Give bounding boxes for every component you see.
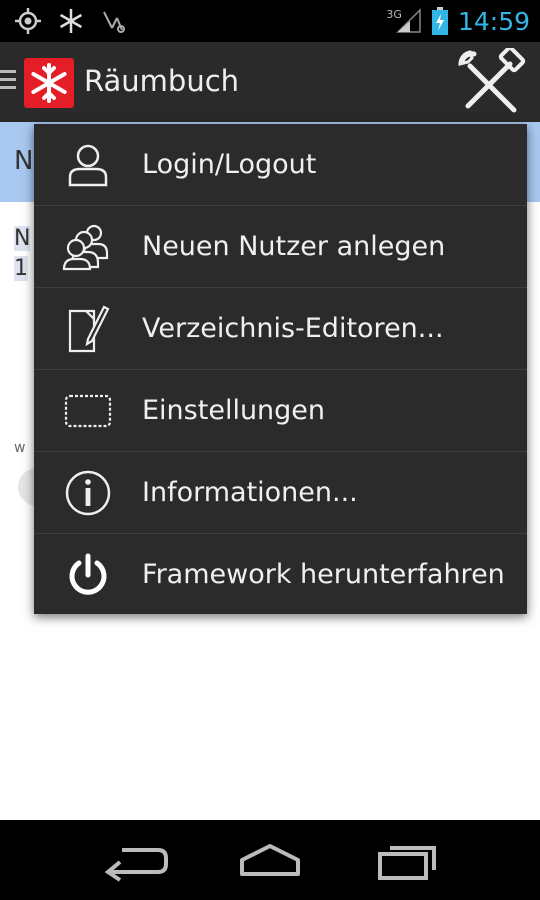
content-small-text: w: [14, 440, 26, 456]
header-strip-text: N: [14, 146, 34, 176]
menu-label-login-logout: Login/Logout: [142, 149, 317, 180]
menu-item-directory-editors[interactable]: Verzeichnis-Editoren...: [34, 288, 527, 370]
app-logo[interactable]: [24, 58, 74, 108]
power-icon: [69, 553, 107, 595]
menu-item-new-user[interactable]: Neuen Nutzer anlegen: [34, 206, 527, 288]
home-icon: [240, 844, 300, 876]
usb-debug-icon: [103, 11, 125, 33]
tools-icon: [458, 45, 526, 113]
menu-item-information[interactable]: Informationen...: [34, 452, 527, 534]
menu-label-directory-editors: Verzeichnis-Editoren...: [142, 313, 444, 344]
drawer-indicator-icon[interactable]: [0, 70, 16, 94]
edit-document-icon: [68, 305, 110, 352]
tools-menu-button[interactable]: [456, 45, 526, 118]
app-title: Räumbuch: [84, 64, 240, 98]
user-icon: [68, 144, 108, 186]
notification-icons: [14, 6, 126, 36]
status-bar: 3G 14:59: [0, 0, 540, 42]
menu-label-new-user: Neuen Nutzer anlegen: [142, 231, 446, 262]
gps-icon: [15, 8, 41, 34]
menu-item-shutdown-framework[interactable]: Framework herunterfahren: [34, 534, 527, 615]
content-row-1: N: [14, 226, 31, 251]
users-icon: [62, 224, 109, 270]
clock: 14:59: [457, 6, 530, 36]
snowflake-icon: [31, 63, 67, 103]
back-icon: [104, 848, 168, 882]
system-icons: 3G 14:59: [386, 4, 530, 38]
menu-item-login-logout[interactable]: Login/Logout: [34, 124, 527, 206]
home-button[interactable]: [230, 838, 310, 882]
menu-label-shutdown-framework: Framework herunterfahren: [142, 559, 505, 590]
network-type: 3G: [386, 7, 402, 21]
action-bar: Räumbuch: [0, 42, 540, 122]
battery-charging-icon: [431, 7, 448, 35]
content-row-2: 1: [14, 256, 28, 281]
overflow-menu: Login/Logout Neuen Nutzer anlegen Verzei…: [34, 124, 527, 614]
recent-apps-icon: [378, 846, 436, 880]
recent-apps-button[interactable]: [368, 838, 448, 882]
menu-label-settings: Einstellungen: [142, 395, 326, 426]
back-button[interactable]: [96, 838, 176, 882]
menu-label-information: Informationen...: [142, 477, 358, 508]
navigation-bar: [0, 820, 540, 900]
info-icon: [65, 470, 111, 515]
menu-item-settings[interactable]: Einstellungen: [34, 370, 527, 452]
settings-card-icon: [64, 394, 112, 427]
snowflake-notification-icon: [59, 9, 83, 33]
